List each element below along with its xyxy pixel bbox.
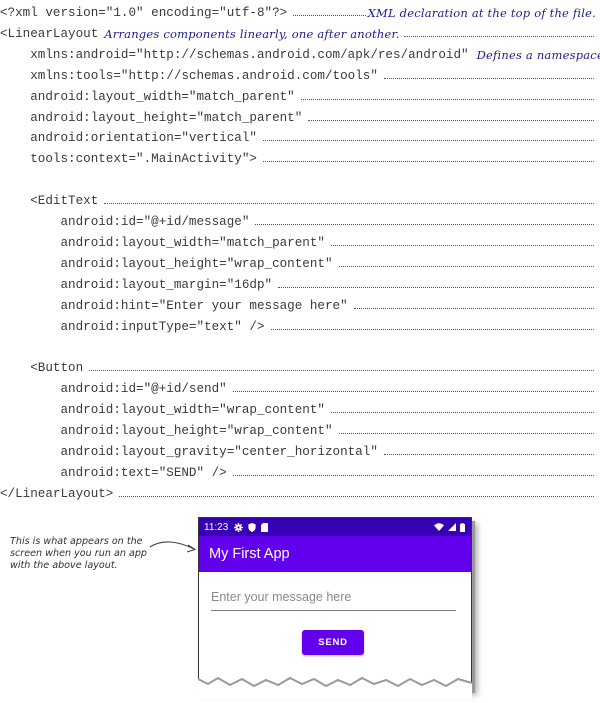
code-line: android:text="SEND" /> <box>0 460 596 480</box>
dotted-leader <box>338 432 594 434</box>
code-line: android:layout_height="match_parent" <box>0 105 596 125</box>
code-line-text: <Button <box>0 361 84 376</box>
code-line-text: <?xml version="1.0" encoding="utf-8"?> <box>0 6 288 20</box>
code-line-text: tools:context=".MainActivity"> <box>0 152 257 167</box>
dotted-leader <box>232 474 594 476</box>
dotted-leader <box>232 390 594 393</box>
app-bar: My First App <box>199 536 471 572</box>
code-line-text: </LinearLayout> <box>0 486 114 501</box>
shield-icon <box>248 522 256 532</box>
code-line-text: android:layout_height="wrap_content" <box>0 256 333 271</box>
code-line-text: xmlns:android="http://schemas.android.co… <box>0 47 469 62</box>
wifi-icon <box>434 523 444 531</box>
status-time: 11:23 <box>204 521 229 533</box>
code-line: android:inputType="text" /> <box>0 314 596 334</box>
dotted-leader <box>383 77 594 79</box>
gear-icon <box>234 522 244 532</box>
code-annotation: XML declaration at the top of the file. <box>367 6 596 20</box>
dotted-leader <box>300 98 594 100</box>
dotted-leader <box>270 328 594 330</box>
dotted-leader <box>330 244 594 246</box>
dotted-leader <box>104 202 594 205</box>
code-line-text: android:layout_gravity="center_horizonta… <box>0 444 378 459</box>
code-line-text: android:id="@+id/send" <box>0 382 227 397</box>
code-line-text: android:hint="Enter your message here" <box>0 298 348 313</box>
code-line-text: <EditText <box>0 194 99 209</box>
code-line: <LinearLayout Arranges components linearl… <box>0 21 596 41</box>
code-line: android:layout_width="match_parent" <box>0 84 596 104</box>
dotted-leader <box>403 35 594 37</box>
code-line: android:orientation="vertical" <box>0 125 596 145</box>
code-line: xmlns:tools="http://schemas.android.com/… <box>0 63 596 83</box>
dotted-leader <box>338 265 594 267</box>
code-line: xmlns:android="http://schemas.android.co… <box>0 42 600 62</box>
code-line-text: android:layout_width="wrap_content" <box>0 403 325 418</box>
dotted-leader <box>89 369 594 372</box>
code-line: android:id="@+id/message" <box>0 209 596 229</box>
battery-icon <box>460 522 465 532</box>
code-line: android:id="@+id/send" <box>0 376 596 396</box>
code-line-text: xmlns:tools="http://schemas.android.com/… <box>0 68 378 83</box>
code-line: android:layout_height="wrap_content" <box>0 251 596 271</box>
code-line-text: android:layout_width="match_parent" <box>0 235 325 250</box>
app-title: My First App <box>209 546 290 562</box>
phone-preview: 11:23 My First App Enter your message he… <box>198 517 472 689</box>
code-line: <Button <box>0 355 596 375</box>
code-line: android:layout_margin="16dp" <box>0 272 596 292</box>
dotted-leader <box>255 223 594 225</box>
code-line: android:layout_height="wrap_content" <box>0 418 596 438</box>
code-line: android:layout_gravity="center_horizonta… <box>0 439 596 459</box>
code-line-text: android:inputType="text" /> <box>0 319 265 334</box>
dotted-leader <box>119 495 594 497</box>
sim-card-icon <box>261 522 269 532</box>
code-line: android:layout_width="wrap_content" <box>0 397 596 417</box>
dotted-leader <box>308 119 594 121</box>
code-line-text: android:layout_width="match_parent" <box>0 89 295 104</box>
code-line: android:hint="Enter your message here" <box>0 293 596 313</box>
code-line-text: <LinearLayout <box>0 26 99 41</box>
dotted-leader <box>293 14 366 16</box>
dotted-leader <box>383 453 594 455</box>
status-bar: 11:23 <box>199 518 471 536</box>
send-button[interactable]: SEND <box>302 630 364 655</box>
code-line-text: android:layout_margin="16dp" <box>0 277 273 292</box>
code-annotation: Defines a namespace. <box>476 47 600 62</box>
dotted-leader <box>353 307 594 309</box>
code-line: <?xml version="1.0" encoding="utf-8"?> XM… <box>0 0 596 20</box>
dotted-leader <box>278 286 594 288</box>
torn-edge <box>197 676 473 699</box>
code-line-text: android:layout_height="wrap_content" <box>0 424 333 438</box>
signal-icon <box>448 523 456 531</box>
code-line: tools:context=".MainActivity"> <box>0 146 596 166</box>
code-line-text: android:layout_height="match_parent" <box>0 110 303 125</box>
code-line-text: android:id="@+id/message" <box>0 215 250 229</box>
code-annotation: Arranges components linearly, one after … <box>104 26 400 41</box>
code-line: </LinearLayout> <box>0 481 596 501</box>
dotted-leader <box>262 160 594 163</box>
code-line-text: android:text="SEND" /> <box>0 465 227 480</box>
code-line: <EditText <box>0 188 596 208</box>
code-line-text: android:orientation="vertical" <box>0 131 257 146</box>
code-line: android:layout_width="match_parent" <box>0 230 596 250</box>
dotted-leader <box>262 139 594 142</box>
message-input[interactable]: Enter your message here <box>211 590 456 611</box>
caption-note: This is what appears on the screen when … <box>10 536 148 571</box>
pointer-arrow-icon <box>149 541 197 553</box>
dotted-leader <box>330 411 594 414</box>
